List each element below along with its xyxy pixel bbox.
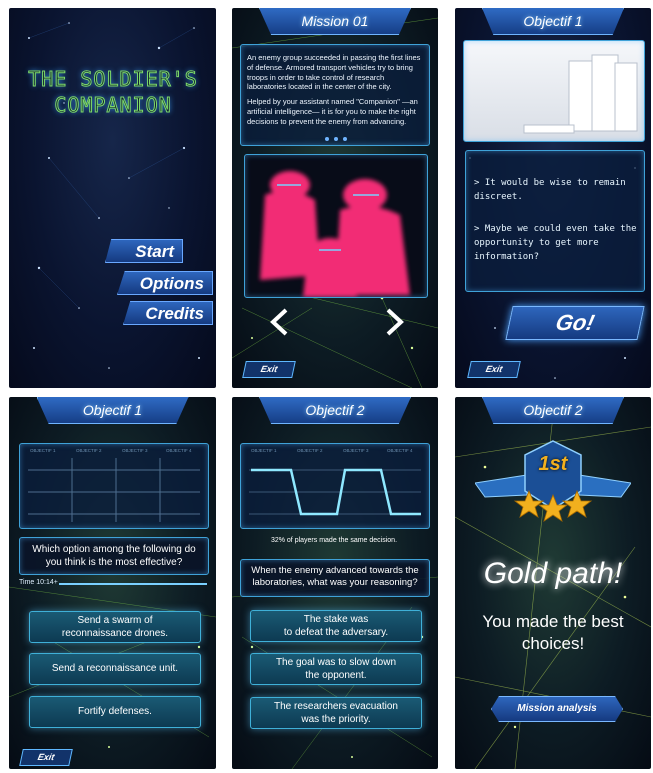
question-box: When the enemy advanced towards the labo…	[240, 559, 430, 597]
next-arrow-button[interactable]	[386, 308, 404, 336]
objective-header: Objectif 2	[482, 397, 624, 424]
exit-button[interactable]: Exit	[19, 749, 73, 766]
briefing-paragraph-1: An enemy group succeeded in passing the …	[247, 53, 421, 92]
briefing-text-box: An enemy group succeeded in passing the …	[240, 44, 430, 146]
player-stat: 32% of players made the same decision.	[270, 537, 398, 544]
question-text: When the enemy advanced towards the labo…	[251, 565, 419, 589]
answer-option[interactable]: The researchers evacuation was the prior…	[250, 697, 422, 729]
path-grid	[28, 458, 200, 522]
timer-bar	[59, 583, 207, 585]
briefing-paragraph-2: Helped by your assistant named "Companio…	[247, 97, 418, 126]
answer-option[interactable]: The goal was to slow down the opponent.	[250, 653, 422, 685]
page-dot	[343, 137, 347, 141]
reasoning-panel: Objectif 2 OBJECTIF 1 OBJECTIF 2 OBJECTI…	[232, 397, 438, 769]
objective-header: Objectif 2	[259, 397, 411, 424]
timer-label: Time 10:14+	[19, 579, 58, 586]
answer-option[interactable]: Fortify defenses.	[29, 696, 201, 728]
mission-header: Mission 01	[259, 8, 411, 35]
answer-option[interactable]: The stake was to defeat the adversary.	[250, 610, 422, 642]
mission-briefing-panel: Mission 01 An enemy group succeeded in p…	[232, 8, 438, 388]
dialogue-line-1: > It would be wise to remain discreet.	[474, 178, 626, 202]
mission-analysis-button[interactable]: Mission analysis	[491, 696, 623, 722]
answer-option[interactable]: Send a reconnaissance unit.	[29, 653, 201, 685]
question-box: Which option among the following do you …	[19, 537, 209, 575]
rank-emblem: 1st	[474, 435, 632, 525]
objective-header: Objectif 1	[36, 397, 189, 424]
page-dot	[334, 137, 338, 141]
starfield	[28, 22, 200, 369]
exit-button[interactable]: Exit	[467, 361, 521, 378]
objective-header: Objectif 1	[482, 8, 624, 35]
chevron-right-icon	[386, 308, 404, 336]
dialogue-box: > It would be wise to remain discreet. >…	[465, 150, 645, 292]
go-button[interactable]: Go!	[505, 306, 645, 340]
prev-arrow-button[interactable]	[270, 308, 288, 336]
result-message: You made the best choices!	[482, 612, 624, 654]
result-title: Gold path!	[483, 557, 623, 590]
page-dot	[325, 137, 329, 141]
winged-badge-icon	[474, 440, 632, 522]
dialogue-line-2: > Maybe we could even take the opportuni…	[474, 224, 637, 262]
start-button[interactable]: Start	[105, 239, 183, 263]
options-button[interactable]: Options	[117, 271, 213, 295]
progress-track: OBJECTIF 1 OBJECTIF 2 OBJECTIF 3 OBJECTI…	[240, 443, 430, 529]
path-grid	[249, 468, 421, 516]
question-panel: Objectif 1 OBJECTIF 1 OBJECTIF 2 OBJECTI…	[9, 397, 216, 769]
answer-option[interactable]: Send a swarm of reconnaissance drones.	[29, 611, 201, 643]
enemy-soldiers-illustration	[260, 171, 410, 297]
credits-button[interactable]: Credits	[123, 301, 213, 325]
rank-badge: 1st	[538, 453, 568, 475]
objective-panel: Objectif 1 > It would be wise to remain …	[455, 8, 651, 388]
enemy-illustration-frame	[244, 154, 428, 298]
game-title: THE SOLDIER'S COMPANION	[28, 67, 198, 118]
progress-track: OBJECTIF 1 OBJECTIF 2 OBJECTIF 3 OBJECTI…	[19, 443, 209, 529]
page-indicator-dots	[325, 137, 347, 141]
server-equipment-illustration	[523, 54, 638, 134]
chevron-left-icon	[270, 308, 288, 336]
exit-button[interactable]: Exit	[242, 361, 296, 378]
question-text: Which option among the following do you …	[32, 544, 196, 568]
result-panel: Objectif 2 1st Gold path! You made the b…	[455, 397, 651, 769]
title-screen-panel: THE SOLDIER'S COMPANION Start Options Cr…	[9, 8, 216, 388]
equipment-image-frame	[463, 40, 645, 142]
